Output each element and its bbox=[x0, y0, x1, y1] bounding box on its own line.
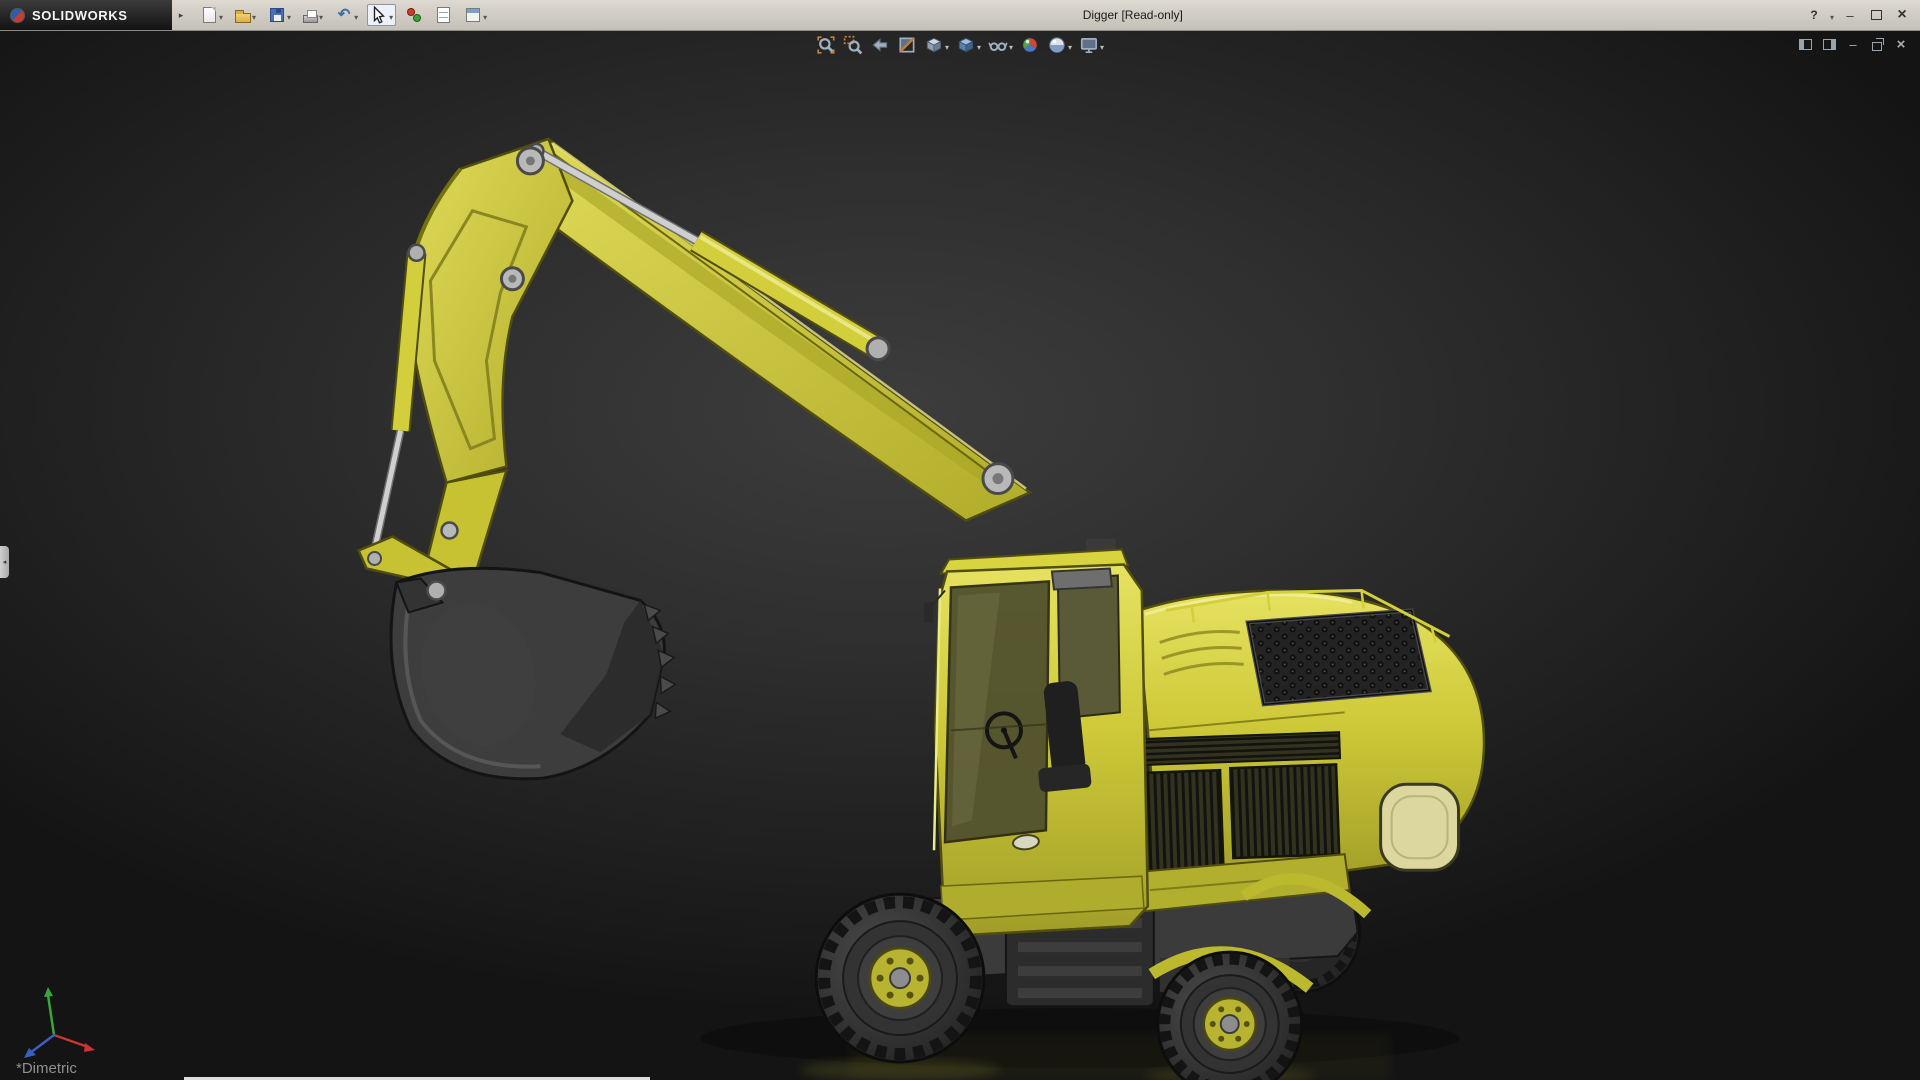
hide-show-items-button[interactable]: ▾ bbox=[986, 33, 1015, 57]
view-orientation-label: *Dimetric bbox=[16, 1060, 77, 1077]
new-document-button[interactable]: ▾ bbox=[198, 4, 226, 26]
close-window-button[interactable]: × bbox=[1892, 5, 1912, 25]
select-cursor-icon bbox=[370, 5, 388, 24]
edit-appearance-button[interactable] bbox=[1018, 33, 1042, 57]
title-bar: SOLIDWORKS ▸ ▾ ▾ ▾ ▾ ↶ ▾ ▾ ▾ Digger [Rea… bbox=[0, 0, 1920, 31]
orientation-triad bbox=[24, 987, 95, 1058]
minimize-window-button[interactable]: – bbox=[1840, 5, 1860, 25]
previous-view-icon bbox=[872, 38, 888, 52]
zoom-to-fit-icon bbox=[817, 36, 835, 54]
restore-document-icon bbox=[1872, 37, 1884, 51]
view-settings-icon bbox=[1080, 38, 1098, 54]
heads-up-view-toolbar: ▾ ▾ ▾ ▾ ▾ bbox=[814, 33, 1106, 57]
front-wheel-left bbox=[814, 892, 986, 1064]
window-controls: ? ▾ – × bbox=[1804, 5, 1920, 25]
apply-scene-icon bbox=[1049, 37, 1065, 53]
dropdown-caret-icon[interactable]: ▾ bbox=[1068, 38, 1072, 52]
dropdown-caret-icon[interactable]: ▾ bbox=[354, 9, 358, 22]
front-wheel-right bbox=[1156, 950, 1304, 1080]
hide-show-glasses-icon bbox=[988, 42, 1008, 52]
close-document-button[interactable]: × bbox=[1894, 36, 1908, 53]
dropdown-caret-icon[interactable]: ▾ bbox=[319, 9, 323, 22]
bucket bbox=[389, 566, 677, 781]
maximize-icon bbox=[1870, 10, 1882, 20]
dassault-systemes-logo-icon bbox=[10, 7, 25, 23]
solidworks-window: SOLIDWORKS ▸ ▾ ▾ ▾ ▾ ↶ ▾ ▾ ▾ Digger [Rea… bbox=[0, 0, 1920, 1080]
section-view-button[interactable] bbox=[895, 33, 919, 57]
brand-text: SOLIDWORKS bbox=[32, 7, 128, 23]
minimize-document-button[interactable]: – bbox=[1846, 36, 1860, 52]
save-floppy-icon bbox=[270, 8, 285, 22]
options-icon bbox=[466, 8, 481, 22]
zoom-to-area-icon bbox=[843, 35, 863, 55]
expand-feature-pane-icon bbox=[1798, 38, 1812, 50]
dropdown-caret-icon[interactable]: ▾ bbox=[287, 9, 291, 22]
view-orientation-button[interactable]: ▾ bbox=[922, 33, 951, 57]
help-caret-icon[interactable]: ▾ bbox=[1830, 9, 1834, 22]
display-style-button[interactable]: ▾ bbox=[954, 33, 983, 57]
dropdown-caret-icon[interactable]: ▾ bbox=[389, 9, 393, 22]
file-properties-button[interactable] bbox=[432, 4, 455, 26]
graphics-viewport[interactable]: ▾ ▾ ▾ ▾ ▾ – × ◂ *Dimetric bbox=[0, 31, 1920, 1080]
previous-view-button[interactable] bbox=[868, 33, 892, 57]
select-tool-button[interactable]: ▾ bbox=[367, 4, 397, 26]
dropdown-caret-icon[interactable]: ▾ bbox=[1100, 38, 1104, 52]
expand-display-pane-button[interactable] bbox=[1822, 36, 1836, 52]
file-properties-icon bbox=[437, 7, 451, 23]
save-button[interactable]: ▾ bbox=[265, 4, 294, 26]
view-settings-button[interactable]: ▾ bbox=[1077, 33, 1106, 57]
open-folder-icon bbox=[235, 10, 252, 23]
expand-display-pane-icon bbox=[1822, 38, 1836, 50]
print-icon bbox=[303, 9, 319, 23]
excavator-model bbox=[356, 137, 1486, 1080]
print-button[interactable]: ▾ bbox=[300, 6, 326, 25]
undo-arrow-icon: ↶ bbox=[337, 6, 351, 23]
boom-arm bbox=[356, 137, 1033, 599]
solidworks-logo: SOLIDWORKS bbox=[0, 0, 172, 30]
menu-expand-arrow-icon[interactable]: ▸ bbox=[174, 5, 188, 25]
undo-button[interactable]: ↶ ▾ bbox=[332, 4, 361, 26]
rebuild-traffic-light-icon bbox=[406, 7, 422, 23]
dropdown-caret-icon[interactable]: ▾ bbox=[977, 38, 981, 52]
maximize-window-button[interactable] bbox=[1866, 5, 1886, 25]
rebuild-button[interactable] bbox=[402, 4, 426, 26]
edit-appearance-sphere-icon bbox=[1022, 37, 1038, 53]
tab-arrow-icon: ◂ bbox=[2, 559, 7, 566]
floor-reflection bbox=[700, 1008, 1460, 1080]
document-title: Digger [Read-only] bbox=[1082, 8, 1183, 22]
section-view-icon bbox=[899, 37, 915, 53]
zoom-to-area-button[interactable] bbox=[841, 33, 865, 57]
view-orientation-cube-icon bbox=[926, 37, 942, 53]
dropdown-caret-icon[interactable]: ▾ bbox=[1009, 38, 1013, 52]
open-button[interactable]: ▾ bbox=[232, 5, 259, 25]
dropdown-caret-icon[interactable]: ▾ bbox=[945, 38, 949, 52]
apply-scene-button[interactable]: ▾ bbox=[1045, 33, 1074, 57]
document-window-controls: – × bbox=[1798, 36, 1908, 53]
display-style-icon bbox=[958, 37, 974, 53]
help-button[interactable]: ? bbox=[1804, 5, 1824, 25]
restore-document-button[interactable] bbox=[1870, 36, 1884, 52]
dropdown-caret-icon[interactable]: ▾ bbox=[252, 9, 256, 22]
new-document-icon bbox=[203, 7, 216, 23]
dropdown-caret-icon[interactable]: ▾ bbox=[219, 9, 223, 22]
dropdown-caret-icon[interactable]: ▾ bbox=[483, 9, 487, 22]
panel-flyout-tab[interactable]: ◂ bbox=[0, 546, 9, 578]
zoom-to-fit-button[interactable] bbox=[814, 33, 838, 57]
main-toolbar: ▾ ▾ ▾ ▾ ↶ ▾ ▾ ▾ bbox=[192, 4, 490, 26]
options-button[interactable]: ▾ bbox=[461, 4, 490, 26]
expand-feature-pane-button[interactable] bbox=[1798, 36, 1812, 52]
